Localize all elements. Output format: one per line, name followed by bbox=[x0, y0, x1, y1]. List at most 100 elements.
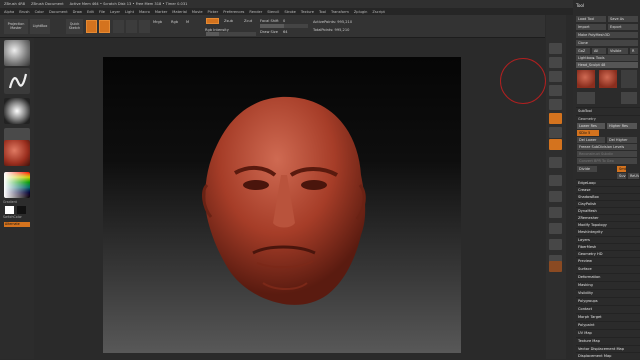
frame-icon[interactable] bbox=[549, 175, 562, 186]
rgb-label[interactable]: Rgb bbox=[171, 20, 178, 24]
menu-transform[interactable]: Transform bbox=[331, 10, 349, 14]
actual-icon[interactable] bbox=[549, 85, 562, 96]
visible-button[interactable]: Visible bbox=[608, 48, 628, 54]
menu-file[interactable]: File bbox=[99, 10, 105, 14]
tool-panel-title[interactable]: Tool bbox=[573, 2, 640, 9]
del-lower-button[interactable]: Del Lower bbox=[577, 137, 605, 143]
section-visibility[interactable]: Visibility bbox=[576, 289, 640, 296]
load-tool-button[interactable]: Load Tool bbox=[576, 16, 606, 22]
polyf-icon[interactable] bbox=[549, 239, 562, 250]
alpha-thumbnail[interactable] bbox=[4, 98, 30, 124]
section-morph-target[interactable]: Morph Target bbox=[576, 313, 640, 320]
subtool-section[interactable]: SubTool bbox=[576, 107, 640, 114]
divide-button[interactable]: Divide bbox=[577, 166, 597, 172]
rotate-button[interactable] bbox=[139, 20, 150, 33]
z-intensity-slider[interactable] bbox=[206, 32, 256, 36]
smt-toggle[interactable]: Smt bbox=[617, 166, 626, 172]
menu-color[interactable]: Color bbox=[35, 10, 44, 14]
geo-item-claypolish[interactable]: ClayPolish bbox=[576, 200, 640, 207]
color-picker[interactable] bbox=[4, 172, 30, 198]
save-as-button[interactable]: Save As bbox=[608, 16, 638, 22]
scroll-icon[interactable] bbox=[549, 57, 562, 68]
secondary-color-swatch[interactable] bbox=[17, 206, 26, 214]
geo-item-modify-topology[interactable]: Modify Topology bbox=[576, 221, 640, 228]
section-geometry-hd[interactable]: Geometry HD bbox=[576, 250, 640, 257]
menu-document[interactable]: Document bbox=[49, 10, 68, 14]
local-icon[interactable] bbox=[549, 139, 562, 150]
menu-zscript[interactable]: Zscript bbox=[372, 10, 384, 14]
lightbox-tools-button[interactable]: Lightbox▸ Tools bbox=[576, 55, 638, 61]
menu-marker[interactable]: Marker bbox=[155, 10, 167, 14]
make-polymesh-button[interactable]: Make PolyMesh3D bbox=[576, 32, 638, 38]
mrgb-label[interactable]: Mrgb bbox=[153, 20, 162, 24]
current-tool-thumbnail[interactable] bbox=[577, 70, 595, 88]
move-button[interactable] bbox=[113, 20, 124, 33]
menu-edit[interactable]: Edit bbox=[87, 10, 94, 14]
sdiv-slider[interactable]: SDiv 5 bbox=[577, 130, 599, 136]
move-icon[interactable] bbox=[549, 191, 562, 202]
section-uv-map[interactable]: UV Map bbox=[576, 329, 640, 336]
gradient-label[interactable]: Gradient bbox=[3, 200, 17, 204]
alternate-button[interactable]: Alternate bbox=[4, 222, 30, 227]
import-button[interactable]: Import bbox=[576, 24, 606, 30]
geo-item-edgeloop[interactable]: EdgeLoop bbox=[576, 179, 640, 186]
bpr-icon[interactable] bbox=[549, 43, 562, 54]
section-fibermesh[interactable]: FiberMesh bbox=[576, 243, 640, 250]
tool-thumbnail-5[interactable] bbox=[621, 92, 637, 104]
menu-layer[interactable]: Layer bbox=[110, 10, 120, 14]
brush-thumbnail[interactable] bbox=[4, 40, 30, 66]
section-polypaint[interactable]: Polypaint bbox=[576, 321, 640, 328]
goz-button[interactable]: GoZ bbox=[576, 48, 590, 54]
section-displacement-map[interactable]: Displacement Map bbox=[576, 352, 640, 359]
zoom-icon[interactable] bbox=[549, 71, 562, 82]
tool-thumbnail-2[interactable] bbox=[599, 70, 617, 88]
menu-light[interactable]: Light bbox=[125, 10, 134, 14]
menu-material[interactable]: Material bbox=[172, 10, 187, 14]
document-canvas[interactable] bbox=[103, 57, 461, 353]
lightbox-button[interactable]: LightBox bbox=[30, 19, 50, 34]
projection-master-button[interactable]: Projection Master bbox=[4, 19, 28, 34]
lower-res-button[interactable]: Lower Res bbox=[577, 123, 605, 129]
edit-button[interactable] bbox=[86, 20, 97, 33]
menu-macro[interactable]: Macro bbox=[139, 10, 150, 14]
tool-thumbnail-4[interactable] bbox=[577, 92, 595, 104]
geo-item-zremesher[interactable]: ZRemesher bbox=[576, 214, 640, 221]
section-deformation[interactable]: Deformation bbox=[576, 273, 640, 280]
higher-res-button[interactable]: Higher Res bbox=[607, 123, 637, 129]
menu-movie[interactable]: Movie bbox=[192, 10, 203, 14]
menu-zplugin[interactable]: Zplugin bbox=[354, 10, 368, 14]
menu-stroke[interactable]: Stroke bbox=[284, 10, 295, 14]
export-button[interactable]: Export bbox=[608, 24, 638, 30]
menu-stencil[interactable]: Stencil bbox=[267, 10, 279, 14]
solo-icon[interactable] bbox=[549, 261, 562, 272]
r-button[interactable]: R bbox=[630, 48, 638, 54]
section-masking[interactable]: Masking bbox=[576, 281, 640, 288]
del-higher-button[interactable]: Del Higher bbox=[607, 137, 637, 143]
menu-tool[interactable]: Tool bbox=[319, 10, 326, 14]
menu-draw[interactable]: Draw bbox=[73, 10, 82, 14]
section-contact[interactable]: Contact bbox=[576, 305, 640, 312]
convert-bpr-button[interactable]: Convert BPR To Geo bbox=[577, 158, 637, 164]
section-texture-map[interactable]: Texture Map bbox=[576, 337, 640, 344]
geo-item-dynamesh[interactable]: DynaMesh bbox=[576, 207, 640, 214]
section-preview[interactable]: Preview bbox=[576, 257, 640, 264]
zadd-button[interactable] bbox=[206, 18, 219, 24]
menu-preferences[interactable]: Preferences bbox=[223, 10, 244, 14]
geo-item-crease[interactable]: Crease bbox=[576, 186, 640, 193]
geo-item-meshintegrity[interactable]: MeshIntegrity bbox=[576, 228, 640, 235]
current-tool-slider[interactable]: Head_Sculpt 48 bbox=[576, 62, 638, 68]
persp-icon[interactable] bbox=[549, 113, 562, 124]
geometry-section[interactable]: Geometry bbox=[576, 115, 640, 122]
material-thumbnail[interactable] bbox=[4, 140, 30, 166]
section-layers[interactable]: Layers bbox=[576, 236, 640, 243]
main-color-swatch[interactable] bbox=[5, 206, 14, 214]
switch-color-label[interactable]: SwitchColor bbox=[3, 215, 22, 219]
focal-shift-slider[interactable] bbox=[260, 24, 308, 28]
section-polygroups[interactable]: Polygroups bbox=[576, 297, 640, 304]
floor-icon[interactable] bbox=[549, 127, 562, 138]
menu-brush[interactable]: Brush bbox=[19, 10, 29, 14]
zsub-label[interactable]: Zsub bbox=[224, 19, 233, 23]
section-vector-displacement-map[interactable]: Vector Displacement Map bbox=[576, 345, 640, 352]
rotate-icon[interactable] bbox=[549, 223, 562, 234]
xyz-icon[interactable] bbox=[549, 157, 562, 168]
